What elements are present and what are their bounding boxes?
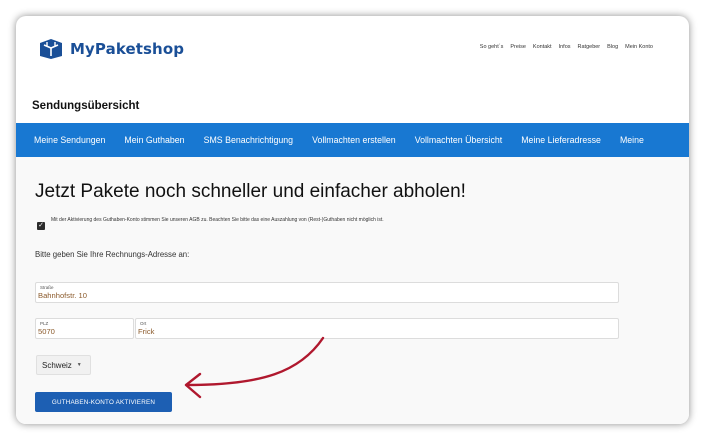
city-field-value: Frick: [138, 327, 155, 336]
zip-field[interactable]: PLZ 5070: [35, 318, 134, 339]
nav-item-meine-lieferadresse[interactable]: Meine Lieferadresse: [521, 135, 601, 145]
top-nav-item-kontakt[interactable]: Kontakt: [533, 44, 552, 50]
nav-item-vollmachten-erstellen[interactable]: Vollmachten erstellen: [312, 135, 396, 145]
top-nav-item-infos[interactable]: Infos: [559, 44, 571, 50]
nav-item-meine-truncated[interactable]: Meine: [620, 135, 644, 145]
street-field-label: Straße: [40, 285, 54, 290]
main-nav: Meine Sendungen Mein Guthaben SMS Benach…: [16, 123, 689, 157]
zip-field-label: PLZ: [40, 321, 49, 326]
country-select-value: Schweiz: [42, 360, 72, 370]
nav-item-meine-sendungen[interactable]: Meine Sendungen: [34, 135, 105, 145]
page-title: Sendungsübersicht: [32, 100, 140, 112]
billing-address-label: Bitte geben Sie Ihre Rechnungs-Adresse a…: [35, 250, 190, 259]
agb-text: Mit der Aktivierung des Guthaben-Konto s…: [51, 217, 384, 223]
screenshot-card: MyPaketshop So geht´s Preise Kontakt Inf…: [16, 16, 689, 424]
chevron-down-icon: ▼: [76, 362, 82, 368]
top-nav-item-so-gehts[interactable]: So geht´s: [480, 44, 504, 50]
country-select[interactable]: Schweiz ▼: [36, 355, 91, 375]
nav-item-sms-benachrichtigung[interactable]: SMS Benachrichtigung: [204, 135, 294, 145]
package-logo-icon: [40, 39, 62, 59]
city-field-label: Ort: [140, 321, 147, 326]
street-field[interactable]: Straße Bahnhofstr. 10: [35, 282, 619, 303]
street-field-value: Bahnhofstr. 10: [38, 291, 87, 300]
nav-item-vollmachten-uebersicht[interactable]: Vollmachten Übersicht: [415, 135, 503, 145]
brand-name: MyPaketshop: [70, 40, 185, 58]
checkmark-icon: ✓: [38, 222, 44, 229]
main-content: Jetzt Pakete noch schneller und einfache…: [16, 157, 689, 424]
nav-item-mein-guthaben[interactable]: Mein Guthaben: [124, 135, 184, 145]
logo[interactable]: MyPaketshop: [38, 38, 184, 60]
top-nav-item-blog[interactable]: Blog: [607, 44, 618, 50]
top-nav-item-preise[interactable]: Preise: [510, 44, 526, 50]
city-field[interactable]: Ort Frick: [135, 318, 619, 339]
top-nav-item-mein-konto[interactable]: Mein Konto: [625, 44, 653, 50]
top-nav-item-ratgeber[interactable]: Ratgeber: [578, 44, 601, 50]
top-nav: So geht´s Preise Kontakt Infos Ratgeber …: [480, 44, 653, 50]
zip-field-value: 5070: [38, 327, 55, 336]
headline: Jetzt Pakete noch schneller und einfache…: [35, 181, 466, 202]
agb-checkbox[interactable]: ✓: [37, 222, 45, 230]
activate-account-button[interactable]: GUTHABEN-KONTO AKTIVIEREN: [35, 392, 172, 412]
